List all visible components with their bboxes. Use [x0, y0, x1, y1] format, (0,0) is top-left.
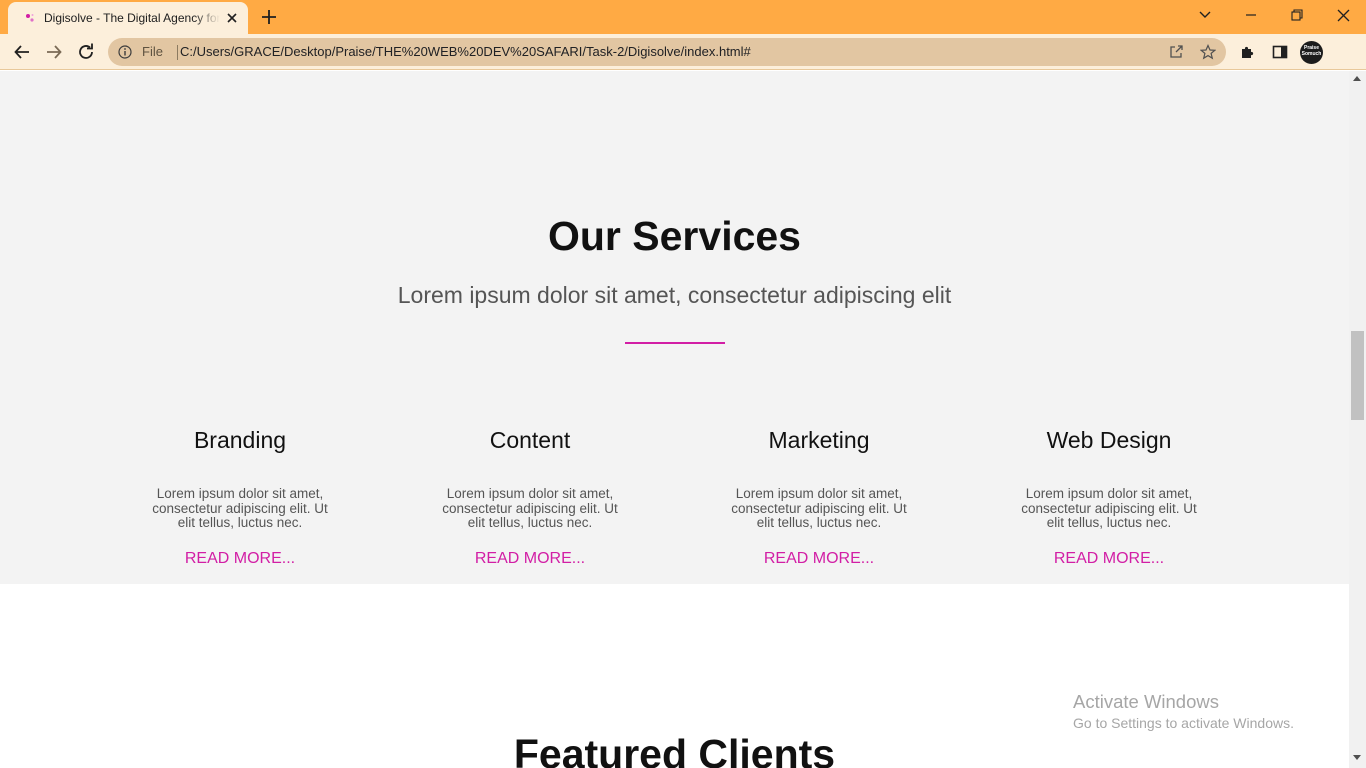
card-text: Lorem ipsum dolor sit amet, consectetur …	[731, 486, 907, 530]
card-text: Lorem ipsum dolor sit amet, consectetur …	[152, 486, 328, 530]
read-more-link[interactable]: READ MORE...	[140, 550, 340, 568]
extensions-puzzle-icon	[1242, 46, 1254, 58]
close-window-button[interactable]	[1320, 0, 1366, 30]
read-more-link[interactable]: READ MORE...	[1009, 550, 1209, 568]
services-title: Our Services	[548, 213, 801, 259]
tab-strip: Digisolve - The Digital Agency for Creat…	[0, 0, 1366, 34]
close-icon	[1337, 9, 1349, 21]
reload-button[interactable]	[74, 40, 98, 64]
minimize-button[interactable]	[1228, 0, 1274, 30]
services-section: Our Services Lorem ipsum dolor sit amet,…	[0, 71, 1349, 584]
browser-tab[interactable]: Digisolve - The Digital Agency for Creat…	[8, 2, 248, 34]
side-panel-icon	[1272, 45, 1288, 59]
forward-button[interactable]	[42, 40, 66, 64]
card-text: Lorem ipsum dolor sit amet, consectetur …	[1021, 486, 1197, 530]
scroll-down-arrow-icon[interactable]	[1353, 755, 1361, 760]
tab-search-button[interactable]	[1182, 0, 1228, 30]
featured-clients-title: Featured Clients	[513, 731, 836, 768]
avatar-label: Praise Somuch	[1301, 45, 1322, 57]
back-arrow-icon	[14, 45, 29, 59]
browser-toolbar: File C:/Users/GRACE/Desktop/Praise/THE%2…	[0, 34, 1366, 70]
bookmark-star-icon[interactable]	[1200, 44, 1216, 60]
minimize-icon	[1246, 14, 1256, 16]
service-card-marketing: Marketing Lorem ipsum dolor sit amet, co…	[719, 426, 919, 568]
activate-windows-watermark: Activate Windows Go to Settings to activ…	[1073, 691, 1343, 731]
forward-arrow-icon	[47, 45, 62, 59]
read-more-link[interactable]: READ MORE...	[719, 550, 919, 568]
sparkle-favicon-icon	[26, 14, 34, 22]
share-icon[interactable]	[1168, 44, 1184, 60]
scroll-up-arrow-icon[interactable]	[1353, 76, 1361, 81]
profile-avatar[interactable]: Praise Somuch	[1300, 41, 1323, 64]
restore-button[interactable]	[1274, 0, 1320, 30]
info-icon[interactable]	[118, 45, 132, 59]
services-subtitle: Lorem ipsum dolor sit amet, consectetur …	[397, 282, 952, 308]
url-scheme-label: File	[142, 44, 163, 59]
section-divider	[625, 342, 725, 344]
side-panel-button[interactable]	[1268, 40, 1292, 64]
card-title: Branding	[193, 427, 287, 453]
close-icon[interactable]	[224, 10, 240, 26]
extensions-button[interactable]	[1236, 40, 1260, 64]
scrollbar-thumb[interactable]	[1351, 331, 1364, 420]
activate-windows-subtitle: Go to Settings to activate Windows.	[1073, 715, 1294, 731]
service-card-web-design: Web Design Lorem ipsum dolor sit amet, c…	[1009, 426, 1209, 568]
address-divider	[177, 45, 178, 60]
service-card-content: Content Lorem ipsum dolor sit amet, cons…	[430, 426, 630, 568]
service-card-branding: Branding Lorem ipsum dolor sit amet, con…	[140, 426, 340, 568]
page-viewport: Our Services Lorem ipsum dolor sit amet,…	[0, 71, 1349, 768]
url-text[interactable]: C:/Users/GRACE/Desktop/Praise/THE%20WEB%…	[180, 44, 1140, 59]
reload-icon	[79, 43, 93, 59]
vertical-scrollbar[interactable]	[1349, 71, 1366, 768]
card-text: Lorem ipsum dolor sit amet, consectetur …	[442, 486, 618, 530]
read-more-link[interactable]: READ MORE...	[430, 550, 630, 568]
card-title: Web Design	[1046, 427, 1172, 453]
address-bar[interactable]: File C:/Users/GRACE/Desktop/Praise/THE%2…	[108, 38, 1226, 66]
restore-icon	[1291, 9, 1303, 21]
back-button[interactable]	[10, 40, 34, 64]
chevron-down-icon	[1199, 11, 1211, 18]
plus-icon[interactable]	[259, 7, 279, 27]
card-title: Marketing	[768, 427, 870, 453]
card-title: Content	[489, 427, 571, 453]
activate-windows-title: Activate Windows	[1073, 691, 1219, 712]
tab-title: Digisolve - The Digital Agency for Creat…	[44, 11, 220, 25]
